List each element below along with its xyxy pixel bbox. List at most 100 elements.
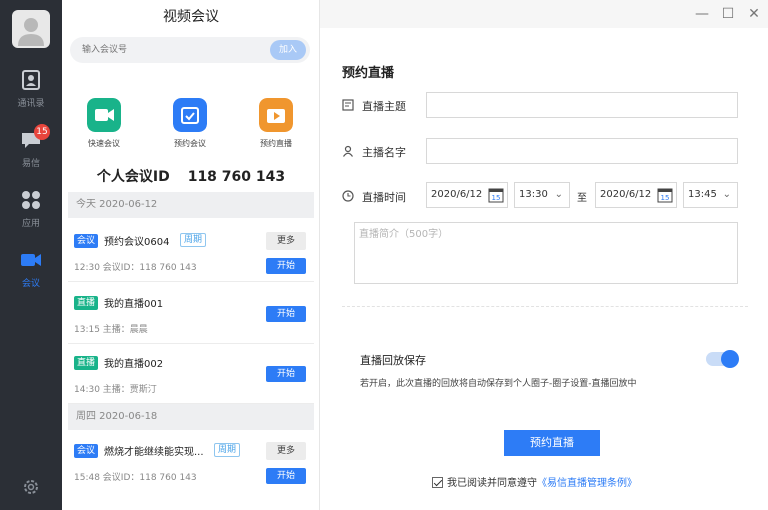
video-camera-icon [87, 98, 121, 132]
calendar-icon [173, 98, 207, 132]
type-tag: 直播 [74, 356, 99, 370]
item-meta: 15:48 会议ID：118 760 143 [74, 473, 197, 483]
list-item[interactable]: 直播 我的直播001 13:15 主播：晨晨 开始 [68, 284, 314, 344]
replay-label: 直播回放保存 [360, 354, 426, 367]
start-time-value: 13:30 [519, 189, 548, 200]
host-label: 主播名字 [362, 146, 406, 159]
date-header: 周四 2020-06-18 [68, 404, 314, 430]
range-separator: 至 [577, 193, 587, 204]
start-button[interactable]: 开始 [266, 258, 306, 274]
nav-item-chat[interactable]: 15 易信 [0, 124, 62, 184]
list-item[interactable]: 直播 我的直播002 14:30 主播：贾斯汀 开始 [68, 344, 314, 404]
user-icon [18, 18, 44, 46]
avatar[interactable] [12, 10, 50, 48]
chevron-down-icon: ⌄ [554, 189, 563, 200]
start-date-picker[interactable]: 2020/6/12 15 [426, 182, 508, 208]
quick-meeting-button[interactable]: 快速会议 [74, 98, 134, 149]
quick-label: 预约会议 [174, 139, 206, 148]
start-date-value: 2020/6/12 [431, 189, 483, 200]
meeting-id-input[interactable] [82, 37, 252, 63]
toggle-knob [721, 350, 739, 368]
personal-id-label: 个人会议ID [96, 169, 170, 185]
form-heading: 预约直播 [342, 66, 395, 81]
schedule-live-submit-button[interactable]: 预约直播 [504, 430, 600, 456]
intro-textarea[interactable]: 直播简介（500字） [354, 222, 738, 284]
end-date-value: 2020/6/12 [600, 189, 652, 200]
divider [342, 306, 748, 307]
agree-text: 我已阅读并同意遵守 [447, 478, 537, 489]
schedule-live-button[interactable]: 预约直播 [246, 98, 306, 149]
start-time-select[interactable]: 13:30 ⌄ [514, 182, 570, 208]
recurring-badge: 周期 [214, 443, 241, 457]
list-item[interactable]: 会议 燃烧才能继续能实现... 周期 15:48 会议ID：118 760 14… [68, 432, 314, 492]
nav-item-contacts[interactable]: 通讯录 [0, 68, 62, 124]
calendar-day: 15 [492, 194, 501, 202]
nav-label: 通讯录 [17, 99, 45, 109]
minimize-button[interactable]: — [692, 4, 712, 24]
topic-label: 直播主题 [362, 100, 406, 113]
clock-icon [342, 190, 354, 202]
nav-label: 易信 [21, 159, 40, 169]
recurring-badge: 周期 [180, 233, 207, 247]
close-button[interactable]: ✕ [744, 4, 764, 24]
agreement-link[interactable]: 《易信直播管理条例》 [537, 478, 637, 489]
quick-label: 预约直播 [260, 139, 292, 148]
maximize-button[interactable]: ☐ [718, 4, 738, 24]
person-icon [343, 145, 353, 157]
start-button[interactable]: 开始 [266, 366, 306, 382]
nav-item-apps[interactable]: 应用 [0, 188, 62, 244]
item-title: 我的直播001 [104, 299, 164, 310]
agree-checkbox[interactable] [432, 477, 443, 488]
window-titlebar: — ☐ ✕ [320, 0, 768, 28]
item-meta: 14:30 主播：贾斯汀 [74, 385, 157, 395]
end-time-select[interactable]: 13:45 ⌄ [683, 182, 738, 208]
live-schedule-form: — ☐ ✕ 预约直播 直播主题 主播名字 直播时间 2020/6/12 15 1… [320, 0, 768, 510]
topic-input[interactable] [426, 92, 738, 118]
time-label: 直播时间 [362, 191, 406, 204]
side-nav: 通讯录 15 易信 应用 会议 [0, 0, 62, 510]
nav-label: 会议 [21, 279, 40, 289]
contacts-icon [22, 70, 40, 90]
type-tag: 会议 [74, 444, 99, 458]
personal-id-value: 118 760 143 [187, 169, 286, 185]
schedule-meeting-button[interactable]: 预约会议 [160, 98, 220, 149]
nav-label: 应用 [21, 219, 40, 229]
calendar-icon[interactable]: 15 [657, 187, 673, 203]
unread-badge: 15 [34, 124, 50, 140]
quick-label: 快速会议 [88, 139, 120, 148]
personal-meeting-id: 个人会议ID 118 760 143 [62, 166, 320, 186]
item-title: 燃烧才能继续能实现... [104, 447, 204, 458]
start-button[interactable]: 开始 [266, 468, 306, 484]
topic-icon [342, 99, 354, 111]
more-button[interactable]: 更多 [266, 442, 306, 460]
item-title: 预约会议0604 [104, 237, 170, 248]
more-button[interactable]: 更多 [266, 232, 306, 250]
type-tag: 直播 [74, 296, 99, 310]
agreement: 我已阅读并同意遵守《易信直播管理条例》 [432, 474, 637, 489]
list-item[interactable]: 会议 预约会议0604 周期 12:30 会议ID：118 760 143 更多… [68, 222, 314, 282]
end-time-value: 13:45 [688, 189, 717, 200]
end-date-picker[interactable]: 2020/6/12 15 [595, 182, 677, 208]
date-header: 今天 2020-06-12 [68, 192, 314, 218]
chevron-down-icon: ⌄ [722, 189, 731, 200]
panel-title: 视频会议 [163, 9, 219, 25]
apps-icon [22, 191, 40, 209]
app-window: 通讯录 15 易信 应用 会议 视频会议 输入会议号 加入 快速会议 预约会议 … [0, 0, 768, 510]
item-title: 我的直播002 [104, 359, 164, 370]
type-tag: 会议 [74, 234, 99, 248]
meeting-search: 加入 [70, 37, 310, 63]
nav-item-meeting[interactable]: 会议 [0, 248, 62, 304]
replay-description: 若开启，此次直播的回放将自动保存到个人圈子-圈子设置-直播回放中 [360, 379, 637, 389]
host-name-input[interactable] [426, 138, 738, 164]
item-meta: 13:15 主播：晨晨 [74, 325, 148, 335]
calendar-day: 15 [661, 194, 670, 202]
gear-icon[interactable] [21, 477, 41, 497]
meeting-panel: 视频会议 加入 快速会议 预约会议 [62, 0, 320, 510]
live-play-icon [259, 98, 293, 132]
calendar-icon[interactable]: 15 [488, 187, 504, 203]
video-icon [21, 254, 41, 266]
replay-toggle[interactable] [706, 350, 739, 368]
join-button[interactable]: 加入 [270, 40, 306, 60]
start-button[interactable]: 开始 [266, 306, 306, 322]
item-meta: 12:30 会议ID：118 760 143 [74, 263, 197, 273]
